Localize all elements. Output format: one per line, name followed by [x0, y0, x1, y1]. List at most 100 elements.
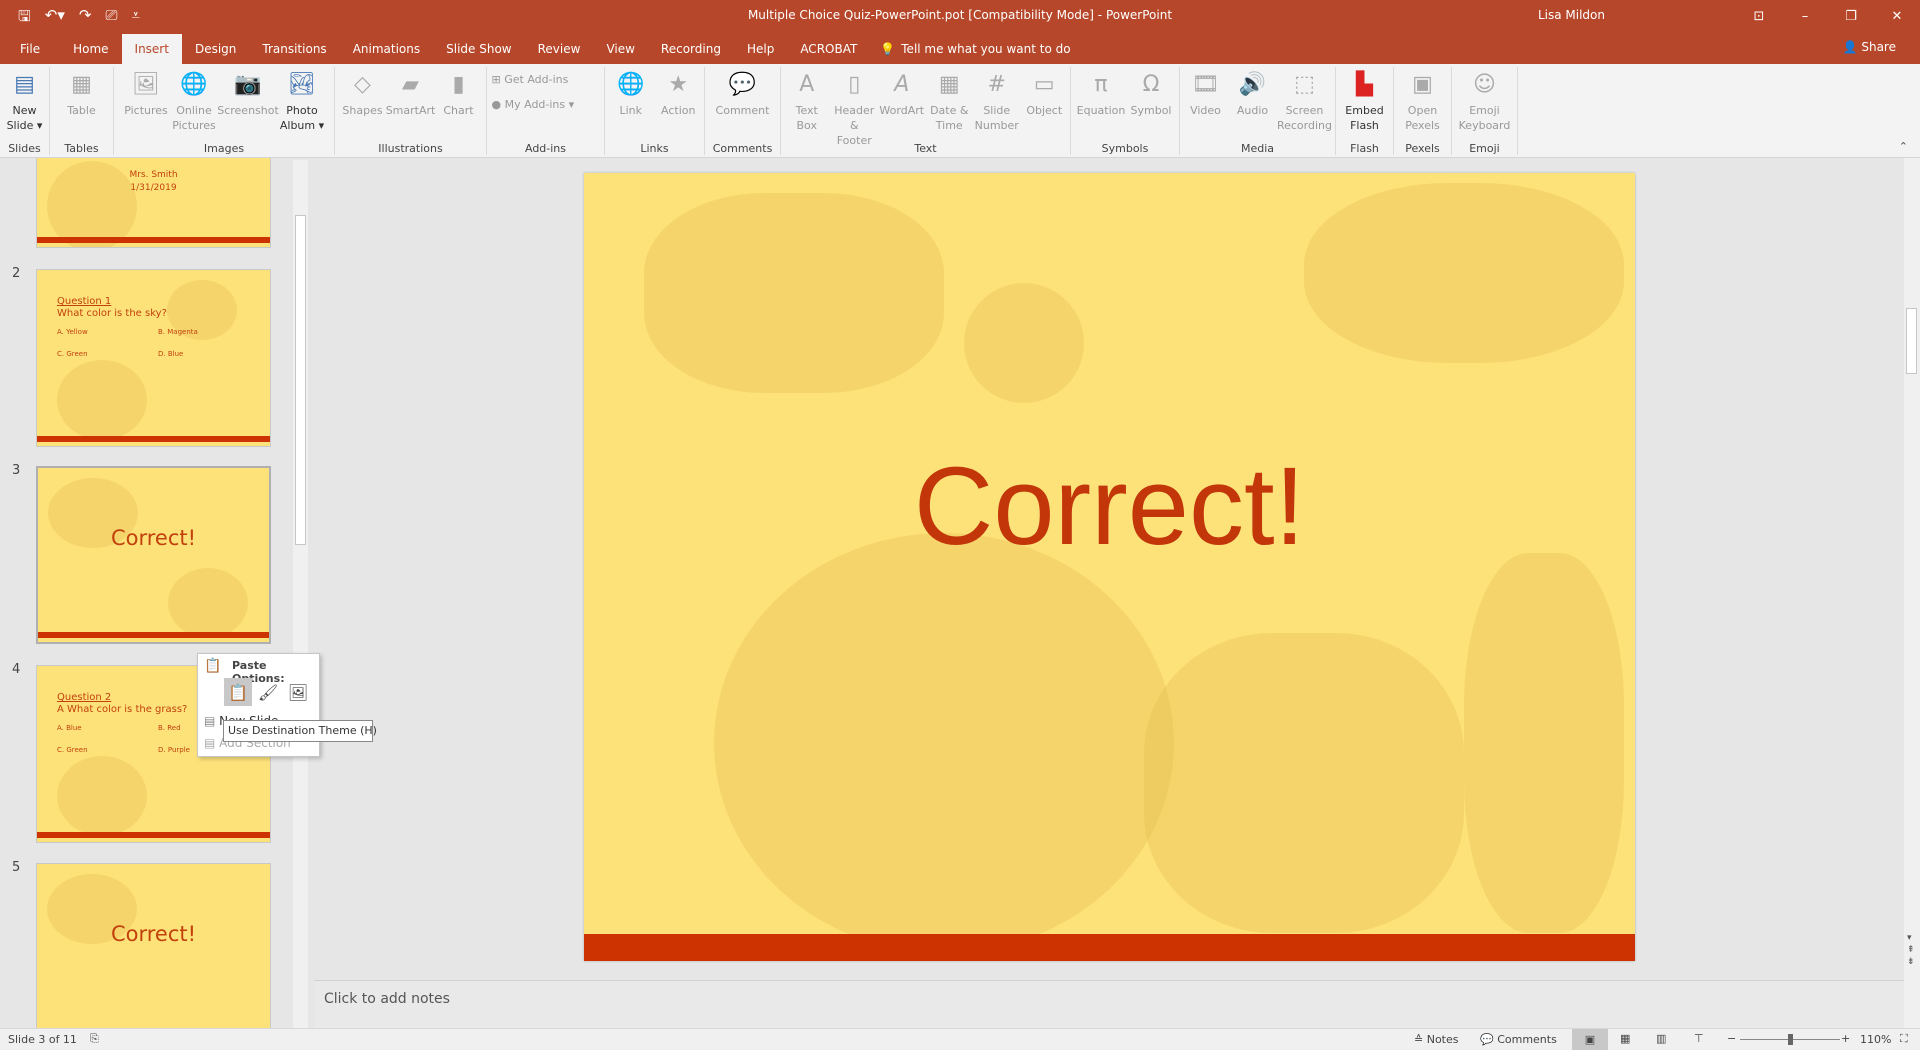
chart-label: Chart	[443, 104, 474, 117]
tab-home[interactable]: Home	[60, 34, 121, 64]
close-button[interactable]: ✕	[1874, 0, 1920, 32]
share-button[interactable]: 👤 Share	[1843, 32, 1896, 62]
slide-number: 2	[12, 266, 21, 281]
object-icon: ▭	[1033, 71, 1055, 97]
my-add-ins-label: My Add-ins ▾	[504, 98, 575, 111]
notes-button[interactable]: ≙ Notes	[1414, 1033, 1459, 1046]
tab-recording[interactable]: Recording	[648, 34, 734, 64]
use-destination-theme-button[interactable]: 📋	[224, 678, 252, 706]
tab-animations[interactable]: Animations	[340, 34, 433, 64]
smartart-icon: ▰	[402, 71, 419, 97]
embed-flash-label: Embed Flash	[1345, 104, 1384, 132]
pi-icon: π	[1094, 71, 1108, 97]
group-label: Links	[640, 142, 669, 155]
spell-check-icon[interactable]: ⎘	[90, 1032, 99, 1046]
slide-thumbnail-1[interactable]: Mrs. Smith 1/31/2019	[36, 158, 271, 248]
tab-slide-show[interactable]: Slide Show	[433, 34, 524, 64]
tab-review[interactable]: Review	[525, 34, 594, 64]
zoom-level[interactable]: 110%	[1860, 1033, 1891, 1046]
group-add-ins: ⊞ Get Add-ins ● My Add-ins ▾ Add-ins	[487, 67, 605, 155]
slide-counter: Slide 3 of 11	[8, 1033, 77, 1046]
omega-icon: Ω	[1142, 71, 1160, 97]
comment-icon: 💬	[728, 71, 757, 97]
tab-design[interactable]: Design	[182, 34, 249, 64]
zoom-slider[interactable]	[1740, 1034, 1840, 1045]
slide-thumbnail-pane: Mrs. Smith 1/31/2019 2 Question 1 What co…	[0, 158, 312, 1028]
screen-recording-icon: ⬚	[1294, 71, 1315, 97]
group-flash: ▙ Embed Flash Flash	[1336, 67, 1394, 155]
prev-next-slide-icons[interactable]: ▾ ⇞ ⇟	[1907, 932, 1915, 968]
slide-thumbnail-3-selected[interactable]: Correct!	[36, 466, 271, 644]
restore-button[interactable]: ❐	[1828, 0, 1874, 32]
group-slides: ▤ New Slide ▾ Slides	[0, 67, 50, 155]
slide-title-text[interactable]: Correct!	[584, 443, 1635, 570]
zoom-out-button[interactable]: −	[1727, 1032, 1736, 1045]
scrollbar-thumb[interactable]	[1906, 308, 1917, 374]
table-label: Table	[67, 104, 96, 117]
paste-picture-button[interactable]: 🖼	[284, 678, 312, 706]
tab-insert[interactable]: Insert	[121, 34, 182, 64]
tab-file[interactable]: File	[0, 34, 60, 64]
thumb-date: 1/31/2019	[130, 183, 177, 193]
minimize-button[interactable]: –	[1782, 0, 1828, 32]
ribbon-display-icon[interactable]: ⊡	[1736, 0, 1782, 32]
shapes-label: Shapes	[342, 104, 383, 117]
group-label: Media	[1240, 142, 1275, 155]
date-time-label: Date & Time	[930, 104, 969, 132]
get-add-ins-button[interactable]: ⊞ Get Add-ins	[492, 73, 600, 86]
thumb-question-label: Question 2	[57, 692, 112, 703]
current-slide[interactable]: Correct!	[584, 173, 1635, 961]
star-action-icon: ★	[668, 71, 689, 97]
normal-view-icon[interactable]: ▣	[1572, 1029, 1608, 1050]
share-label: Share	[1861, 40, 1896, 54]
link-label: Link	[619, 104, 643, 117]
open-pexels-label: Open Pexels	[1405, 104, 1440, 132]
comments-button[interactable]: 💬 Comments	[1480, 1033, 1557, 1046]
group-symbols: π Equation Ω Symbol Symbols	[1071, 67, 1180, 155]
object-label: Object	[1026, 104, 1063, 117]
group-label: Illustrations	[378, 142, 443, 155]
tab-acrobat[interactable]: ACROBAT	[787, 34, 870, 64]
photo-album-label: Photo Album ▾	[279, 104, 325, 132]
slideshow-view-icon[interactable]: ⊤	[1694, 1032, 1704, 1045]
group-pexels: ▣ Open Pexels Pexels	[1394, 67, 1452, 155]
ribbon: ▤ New Slide ▾ Slides ▦ Table Tables 🖼 Pictu…	[0, 64, 1920, 158]
slide-number: 5	[12, 860, 21, 875]
notes-placeholder[interactable]: Click to add notes	[324, 991, 450, 1007]
thumb-answer: C. Green	[57, 350, 88, 358]
notes-pane[interactable]: Click to add notes	[314, 980, 1904, 1028]
tab-view[interactable]: View	[593, 34, 647, 64]
slide-scrollbar[interactable]: ▾ ⇞ ⇟	[1904, 158, 1920, 1028]
scrollbar-thumb[interactable]	[295, 215, 306, 545]
user-name[interactable]: Lisa Mildon	[1538, 8, 1605, 22]
text-box-icon: A	[799, 71, 815, 97]
my-add-ins-button[interactable]: ● My Add-ins ▾	[492, 98, 600, 111]
tab-transitions[interactable]: Transitions	[249, 34, 339, 64]
audio-label: Audio	[1236, 104, 1269, 117]
thumb-question-label: Question 1	[57, 296, 112, 307]
flash-pdf-icon: ▙	[1356, 71, 1373, 97]
thumb-answer: B. Red	[158, 724, 181, 732]
tell-me-label: Tell me what you want to do	[901, 42, 1071, 56]
slide-thumbnail-2[interactable]: Question 1 What color is the sky? A. Yell…	[36, 269, 271, 447]
collapse-ribbon-icon[interactable]: ⌃	[1899, 140, 1908, 153]
thumb-answer: D. Purple	[158, 746, 190, 754]
reading-view-icon[interactable]: ▥	[1656, 1032, 1666, 1045]
group-label: Slides	[8, 142, 41, 155]
tab-help[interactable]: Help	[734, 34, 787, 64]
group-label: Symbols	[1101, 142, 1149, 155]
zoom-in-button[interactable]: +	[1841, 1032, 1850, 1045]
slide-sorter-icon[interactable]: ▦	[1620, 1032, 1630, 1045]
zoom-slider-thumb[interactable]	[1788, 1034, 1793, 1045]
keep-source-formatting-button[interactable]: 🖌	[254, 678, 282, 706]
slide-thumbnail-5[interactable]: Correct!	[36, 863, 271, 1028]
thumb-question-text: What color is the sky?	[57, 308, 167, 319]
group-images: 🖼 Pictures 🌐 Online Pictures 📷 Screenshot 🏞…	[114, 67, 335, 155]
fit-to-window-icon[interactable]: ⛶	[1900, 1032, 1908, 1046]
emoji-icon: ☺	[1473, 71, 1496, 97]
video-label: Video	[1190, 104, 1221, 117]
tell-me-search[interactable]: 💡 Tell me what you want to do	[870, 34, 1080, 64]
group-text: A Text Box ▯ Header & Footer A WordArt ▦ Dat…	[781, 67, 1071, 155]
thumbnail-scrollbar[interactable]	[293, 160, 308, 1028]
paste-icon: 📋	[204, 658, 222, 674]
